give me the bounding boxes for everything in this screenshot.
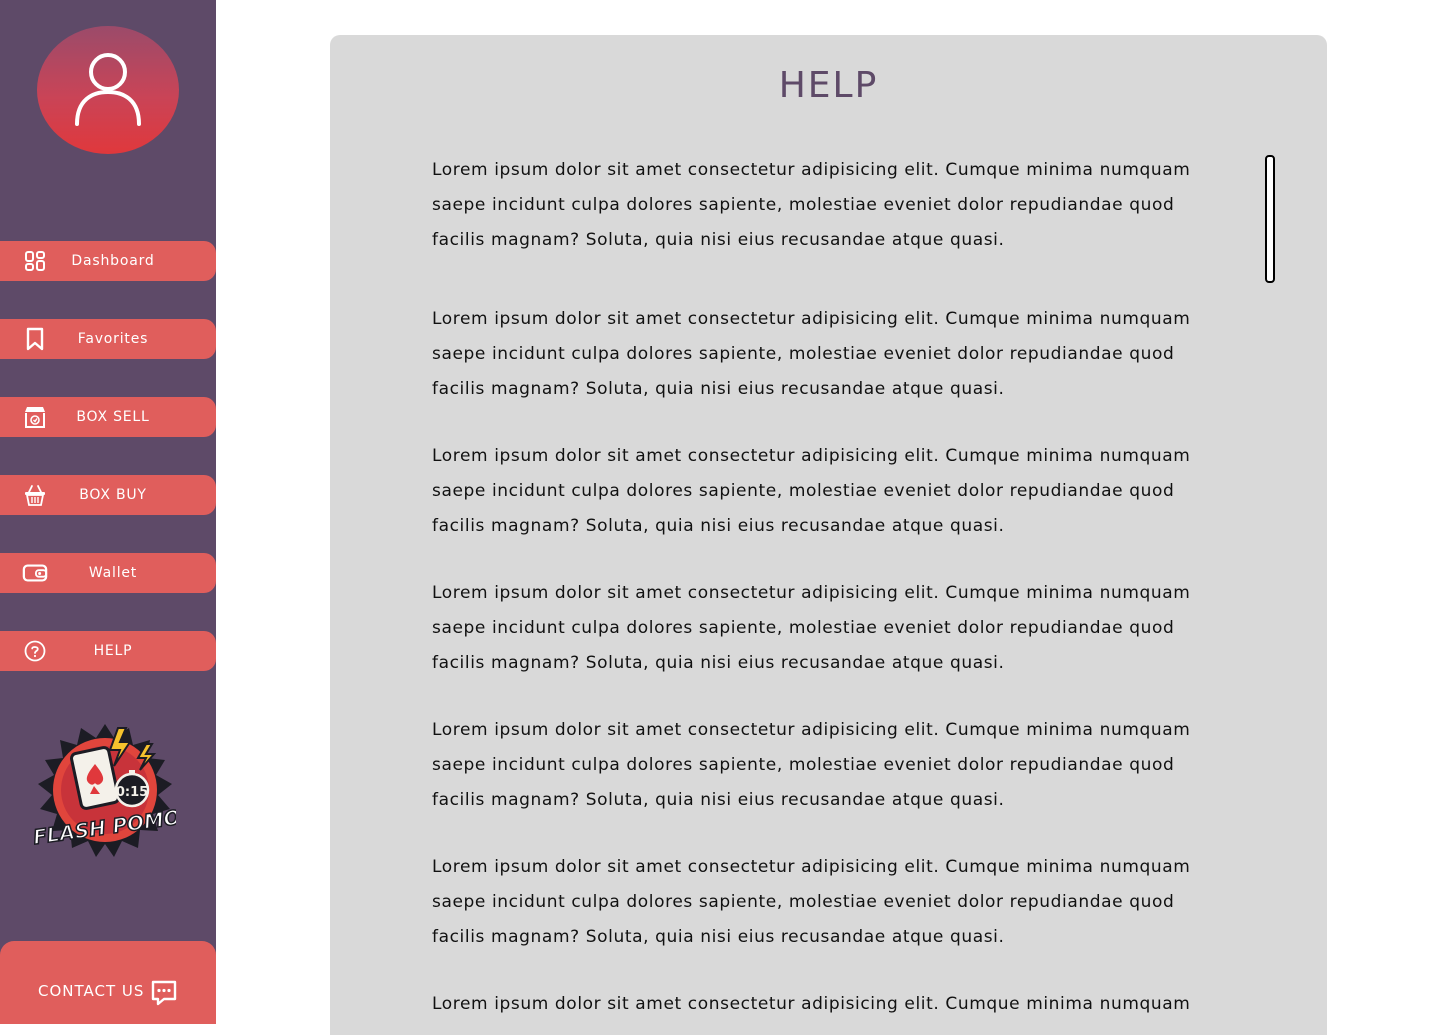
nav-box-sell[interactable]: BOX SELL: [0, 397, 216, 437]
contact-us-label: CONTACT US: [38, 982, 145, 1000]
nav-dashboard[interactable]: Dashboard: [0, 241, 216, 281]
help-paragraph: Lorem ipsum dolor sit amet consectetur a…: [432, 857, 1191, 947]
nav-box-buy-label: BOX BUY: [79, 487, 147, 503]
help-paragraph: Lorem ipsum dolor sit amet consectetur a…: [432, 446, 1191, 536]
sidebar: Dashboard Favorites BOX SELL BOX BUY Wal…: [0, 0, 216, 1024]
help-circle-icon: [22, 639, 48, 663]
scrollbar-thumb[interactable]: [1265, 155, 1275, 283]
wallet-icon: [22, 561, 48, 585]
contact-us-button[interactable]: CONTACT US: [0, 941, 216, 1024]
nav-wallet[interactable]: Wallet: [0, 553, 216, 593]
dashboard-grid-icon: [22, 249, 48, 273]
nav-box-sell-label: BOX SELL: [76, 409, 150, 425]
logo-timer-text: 0:15: [116, 785, 148, 800]
nav-favorites-label: Favorites: [77, 331, 149, 347]
bookmark-icon: [22, 327, 48, 351]
nav-help-label: HELP: [93, 643, 133, 659]
flash-pomo-logo: 0:15 FLASH POMO: [31, 720, 183, 862]
shop-icon: [22, 405, 48, 429]
nav-help[interactable]: HELP: [0, 631, 216, 671]
help-paragraph: Lorem ipsum dolor sit amet consectetur a…: [432, 309, 1191, 399]
help-paragraph: Lorem ipsum dolor sit amet consectetur a…: [432, 160, 1191, 250]
basket-icon: [22, 483, 48, 507]
help-paragraph: Lorem ipsum dolor sit amet consectetur a…: [432, 720, 1191, 810]
user-avatar[interactable]: [37, 26, 179, 154]
nav-box-buy[interactable]: BOX BUY: [0, 475, 216, 515]
chat-bubble-icon: [150, 979, 178, 1007]
page-title: HELP: [778, 65, 879, 106]
user-icon: [75, 53, 141, 126]
help-paragraph: Lorem ipsum dolor sit amet consectetur a…: [432, 583, 1191, 673]
help-paragraph: Lorem ipsum dolor sit amet consectetur a…: [432, 994, 1191, 1014]
nav-dashboard-label: Dashboard: [71, 253, 155, 269]
nav-wallet-label: Wallet: [88, 565, 138, 581]
nav-favorites[interactable]: Favorites: [0, 319, 216, 359]
help-panel: HELP Lorem ipsum dolor sit amet consecte…: [330, 35, 1327, 1035]
